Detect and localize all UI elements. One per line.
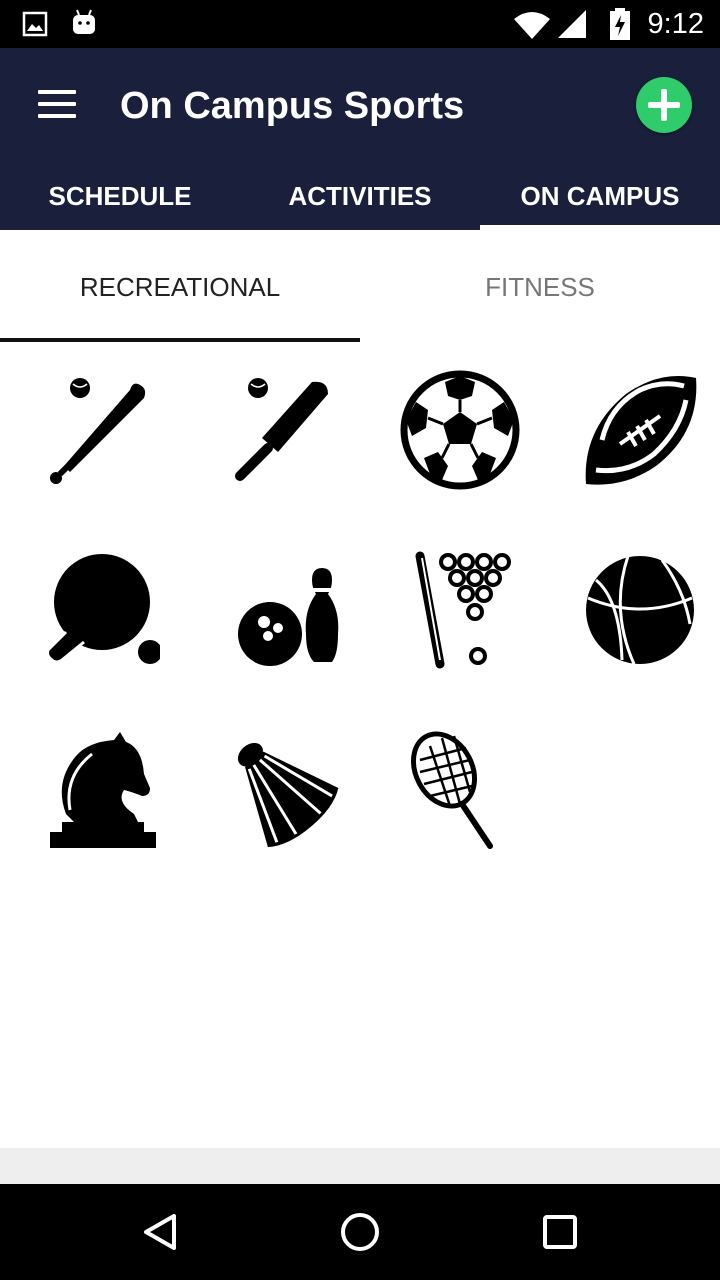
sport-tile-chess[interactable]	[10, 712, 190, 892]
back-icon[interactable]	[130, 1202, 190, 1262]
cricket-bat-icon	[235, 378, 328, 481]
tab-activities[interactable]: ACTIVITIES	[240, 172, 480, 230]
add-circle-icon[interactable]	[636, 77, 692, 133]
tab-on-campus[interactable]: ON CAMPUS	[480, 172, 720, 230]
app-title: On Campus Sports	[120, 85, 465, 127]
app-bar: On Campus Sports SCHEDULE ACTIVITIES ON …	[0, 48, 720, 230]
status-bar: 9:12	[0, 0, 720, 48]
sport-tile-soccer[interactable]	[370, 352, 550, 532]
android-notification-icon	[73, 9, 95, 34]
sport-tile-billiards[interactable]	[370, 532, 550, 712]
hamburger-menu-icon[interactable]	[30, 82, 82, 126]
sub-tab-bar: RECREATIONAL FITNESS	[0, 230, 720, 342]
top-tab-bar: SCHEDULE ACTIVITIES ON CAMPUS	[0, 172, 720, 230]
recents-icon[interactable]	[530, 1202, 590, 1262]
home-icon[interactable]	[330, 1202, 390, 1262]
squash-racket-icon	[411, 731, 493, 849]
tab-recreational[interactable]: RECREATIONAL	[0, 230, 360, 342]
badminton-shuttlecock-icon	[237, 742, 339, 848]
bowling-icon	[238, 568, 339, 666]
chess-knight-icon	[50, 732, 156, 848]
baseball-bat-icon	[50, 378, 146, 484]
sport-tile-american-football[interactable]	[550, 352, 720, 532]
billiards-icon	[415, 551, 511, 669]
soccer-ball-icon	[400, 370, 520, 490]
battery-charging-icon	[610, 8, 630, 40]
sport-tile-baseball[interactable]	[10, 352, 190, 532]
sport-tile-table-tennis[interactable]	[10, 532, 190, 712]
sport-tile-cricket[interactable]	[190, 352, 370, 532]
american-football-icon	[585, 376, 697, 485]
sport-tile-bowling[interactable]	[190, 532, 370, 712]
system-nav-bar	[0, 1184, 720, 1280]
basketball-icon	[586, 555, 694, 665]
sport-tile-badminton[interactable]	[190, 712, 370, 892]
tab-schedule[interactable]: SCHEDULE	[0, 172, 240, 230]
gallery-notification-icon	[22, 11, 48, 37]
status-time: 9:12	[647, 8, 704, 40]
cell-signal-icon	[558, 10, 586, 38]
sport-tile-basketball[interactable]	[550, 532, 720, 712]
wifi-icon	[514, 12, 550, 39]
sport-tile-squash[interactable]	[370, 712, 550, 892]
table-tennis-icon	[46, 554, 160, 664]
bottom-strip	[0, 1148, 720, 1184]
tab-fitness[interactable]: FITNESS	[360, 230, 720, 342]
